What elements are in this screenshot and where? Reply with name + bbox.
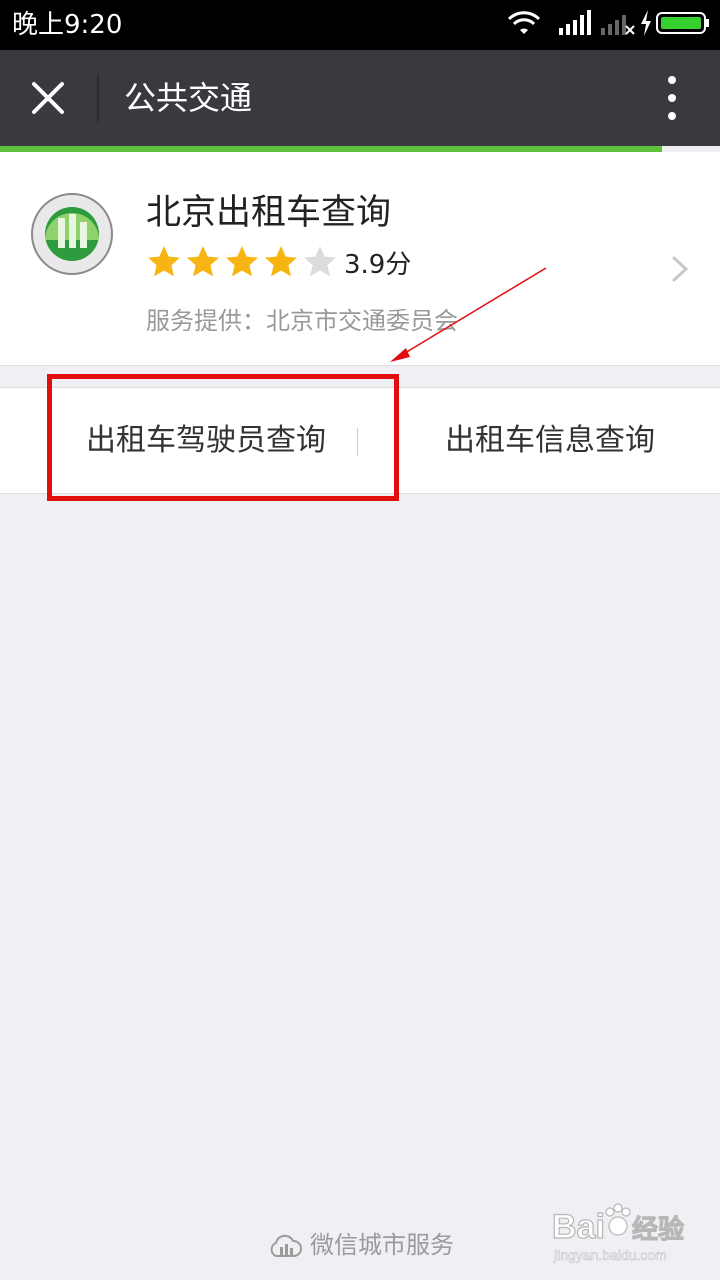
title-divider — [97, 74, 99, 122]
footer-text: 微信城市服务 — [310, 1231, 454, 1259]
service-logo — [30, 192, 114, 276]
watermark-brand: Bai — [552, 1208, 605, 1246]
star-empty-icon — [304, 246, 336, 277]
title-bar: 公共交通 — [0, 50, 720, 146]
star-filled-icon — [187, 246, 219, 277]
service-name: 北京出租车查询 — [146, 193, 392, 233]
star-filled-icon — [265, 246, 297, 277]
signal-off-icon — [601, 15, 635, 35]
status-time: 晚上9:20 — [12, 10, 123, 40]
charging-icon — [641, 10, 651, 36]
service-info-card[interactable]: 北京出租车查询 3.9分 服务提供：北京市交通委员会 — [0, 152, 720, 366]
tab-vehicle-query[interactable]: 出租车信息查询 — [400, 388, 700, 493]
chevron-right-icon — [672, 256, 689, 282]
page-title: 公共交通 — [124, 79, 253, 117]
more-menu-button[interactable] — [648, 70, 696, 126]
status-bar: 晚上9:20 — [0, 0, 720, 50]
battery-icon — [656, 12, 709, 34]
annotation-arrow-icon — [390, 267, 547, 362]
wifi-icon — [508, 11, 540, 34]
close-button[interactable] — [14, 64, 82, 132]
star-filled-icon — [148, 246, 180, 277]
more-vertical-icon — [668, 76, 676, 120]
signal-icon — [559, 10, 591, 35]
watermark-url: jingyan.baidu.com — [553, 1247, 667, 1263]
star-filled-icon — [226, 246, 258, 277]
annotation-highlight-box — [47, 374, 399, 501]
close-icon — [32, 82, 64, 114]
watermark-brand-cn: 经验 — [632, 1214, 684, 1245]
city-cloud-icon — [270, 1234, 302, 1257]
baidu-jingyan-watermark: Bai 经验 jingyan.baidu.com — [551, 1203, 685, 1263]
paw-icon — [605, 1203, 631, 1236]
